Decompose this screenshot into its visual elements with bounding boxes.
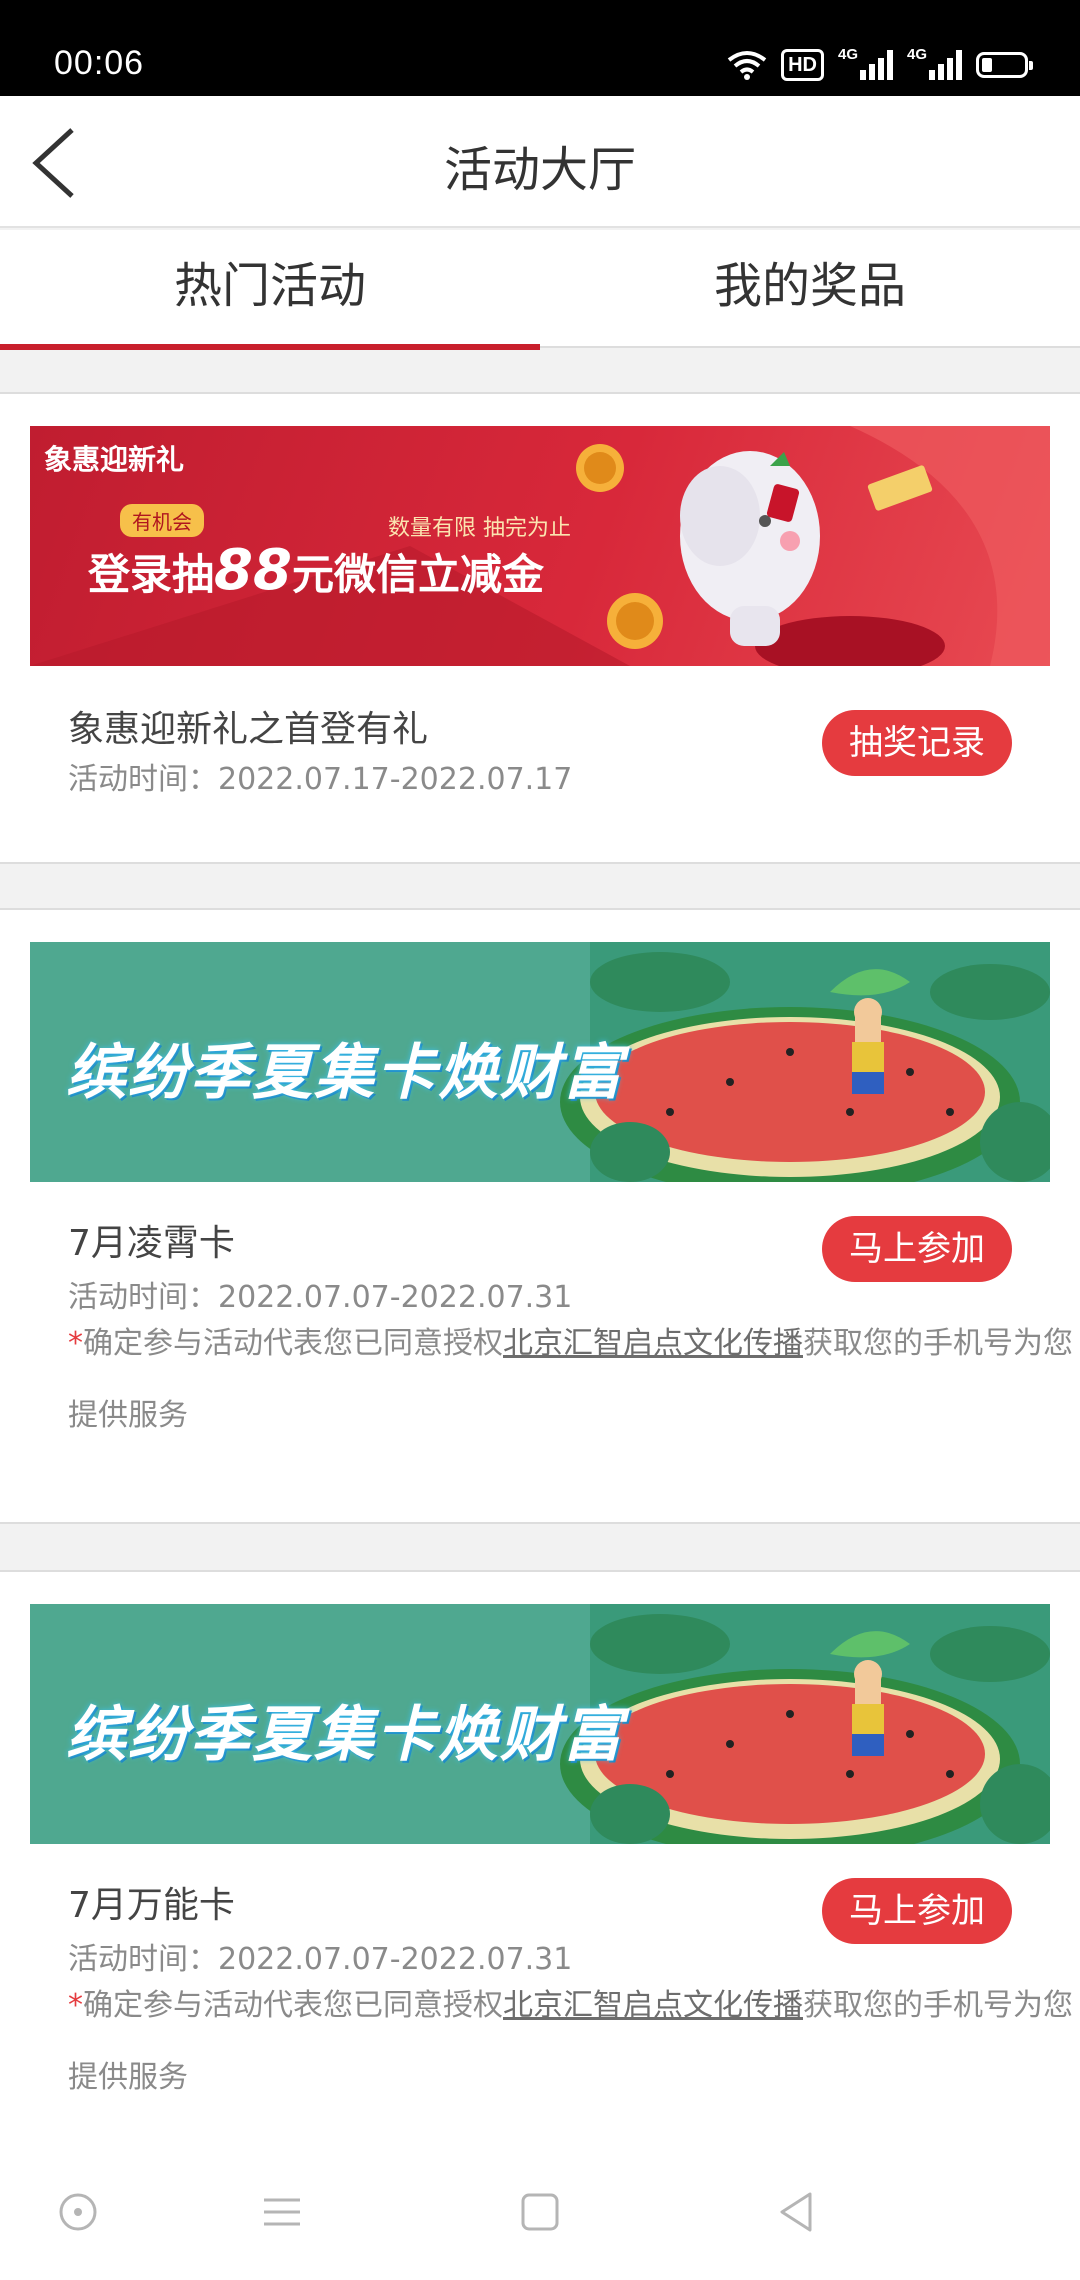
system-nav-bar xyxy=(0,2146,1080,2280)
notice-prefix: 确定参与活动代表您已同意授权 xyxy=(83,1988,503,2023)
signal-icon-2: 4G xyxy=(907,46,962,80)
signal-label-2: 4G xyxy=(907,46,928,63)
status-icons: HD 4G 4G xyxy=(727,46,1033,82)
tab-my-prizes[interactable]: 我的奖品 xyxy=(540,230,1080,348)
required-mark: * xyxy=(68,1326,83,1361)
square-icon[interactable] xyxy=(514,2186,566,2238)
headline-suffix: 元微信立减金 xyxy=(291,550,544,599)
battery-icon xyxy=(976,52,1033,78)
banner-headline: 缤纷季夏集卡焕财富 xyxy=(66,1700,624,1770)
activity-banner[interactable]: 象惠迎新礼 有机会 数量有限 抽完为止 登录抽88元微信立减金 xyxy=(30,426,1050,666)
status-bar: 00:06 HD 4G 4G xyxy=(0,0,1080,96)
join-now-button[interactable]: 马上参加 xyxy=(822,1216,1012,1282)
required-mark: * xyxy=(68,1988,83,2023)
signal-label: 4G xyxy=(838,46,859,63)
active-tab-indicator xyxy=(0,344,540,350)
activity-name: 象惠迎新礼之首登有礼 xyxy=(68,709,429,750)
banner-logo: 象惠迎新礼 xyxy=(44,443,185,476)
banner-badge: 有机会 xyxy=(120,504,204,537)
tab-label: 热门活动 xyxy=(173,258,366,314)
partner-link[interactable]: 北京汇智启点文化传播 xyxy=(503,1326,803,1361)
hd-icon: HD xyxy=(781,49,824,81)
tab-hot-activities[interactable]: 热门活动 xyxy=(0,230,540,350)
activity-name: 7月万能卡 xyxy=(68,1885,235,1926)
wifi-icon xyxy=(727,51,767,80)
banner-headline: 登录抽88元微信立减金 xyxy=(88,538,544,603)
authorization-notice: *确定参与活动代表您已同意授权北京汇智启点文化传播获取您的手机号为您提供服务 xyxy=(68,1970,1080,2114)
status-time: 00:06 xyxy=(54,44,145,82)
authorization-notice: *确定参与活动代表您已同意授权北京汇智启点文化传播获取您的手机号为您提供服务 xyxy=(68,1308,1080,1452)
activity-time: 活动时间：2022.07.17-2022.07.17 xyxy=(68,762,573,797)
activity-banner[interactable]: 缤纷季夏集卡焕财富 xyxy=(30,942,1050,1182)
activity-card-2: 缤纷季夏集卡焕财富 7月凌霄卡 活动时间：2022.07.07-2022.07.… xyxy=(0,908,1080,1524)
signal-icon: 4G xyxy=(838,46,893,80)
activity-name: 7月凌霄卡 xyxy=(68,1223,235,1264)
back-triangle-icon[interactable] xyxy=(770,2186,822,2238)
banner-headline: 缤纷季夏集卡焕财富 xyxy=(66,1038,624,1108)
lottery-record-button[interactable]: 抽奖记录 xyxy=(822,710,1012,776)
headline-prefix: 登录抽 xyxy=(88,550,215,599)
tab-label: 我的奖品 xyxy=(713,258,906,314)
app-header: 活动大厅 xyxy=(0,96,1080,228)
headline-number: 88 xyxy=(214,538,292,603)
activity-card-3: 缤纷季夏集卡焕财富 7月万能卡 活动时间：2022.07.07-2022.07.… xyxy=(0,1570,1080,2170)
activity-banner[interactable]: 缤纷季夏集卡焕财富 xyxy=(30,1604,1050,1844)
activity-card-1: 象惠迎新礼 有机会 数量有限 抽完为止 登录抽88元微信立减金 象惠迎新礼之首登… xyxy=(0,392,1080,864)
tab-bar: 热门活动 我的奖品 xyxy=(0,230,1080,350)
home-circle-icon[interactable] xyxy=(52,2186,104,2238)
notice-prefix: 确定参与活动代表您已同意授权 xyxy=(83,1326,503,1361)
join-now-button[interactable]: 马上参加 xyxy=(822,1878,1012,1944)
page-title: 活动大厅 xyxy=(443,142,636,198)
partner-link[interactable]: 北京汇智启点文化传播 xyxy=(503,1988,803,2023)
menu-icon[interactable] xyxy=(256,2186,308,2238)
